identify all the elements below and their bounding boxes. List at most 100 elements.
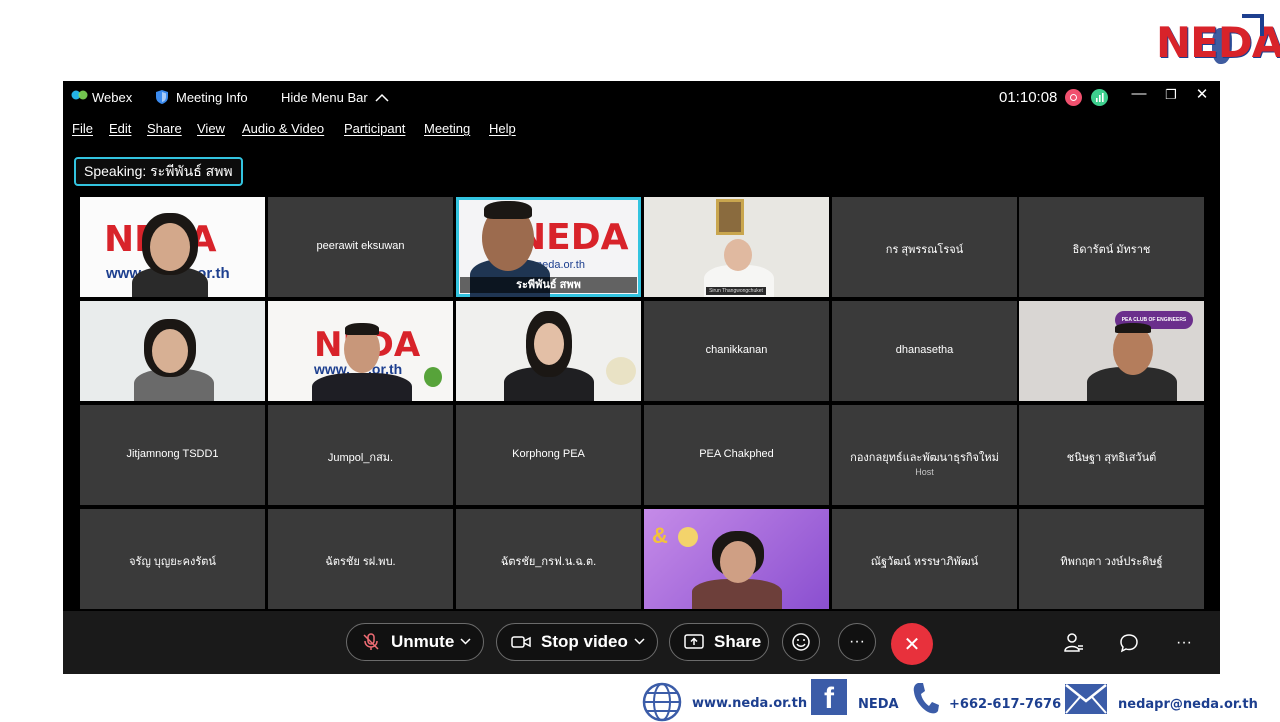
participant-head — [150, 223, 190, 271]
wall-portrait — [716, 199, 744, 235]
participant-name: PEA Chakphed — [699, 448, 774, 460]
logo-corner-mark — [1242, 14, 1264, 36]
video-camera-icon — [511, 632, 531, 652]
participant-tile[interactable]: ชนิษฐา สุทธิเสวันต์ — [1019, 405, 1204, 505]
chevron-down-icon[interactable] — [460, 636, 471, 648]
more-panels-button[interactable]: ··· — [1172, 631, 1196, 655]
participant-hair — [484, 201, 532, 219]
share-screen-icon — [684, 632, 704, 652]
reactions-button[interactable] — [782, 623, 820, 661]
meeting-info-button[interactable]: Meeting Info — [176, 90, 248, 105]
menu-share[interactable]: Share — [147, 121, 182, 136]
participant-tile[interactable]: ฉัตรชัย_กรฟ.น.ฉ.ต. — [456, 509, 641, 609]
participant-name: จรัญ บุญยะคงรัตน์ — [129, 556, 216, 568]
participant-name: ชนิษฐา สุทธิเสวันต์ — [1066, 452, 1157, 464]
title-bar: Webex Meeting Info Hide Menu Bar 01:10:0… — [63, 81, 1220, 113]
participant-body — [312, 373, 412, 401]
participant-tile[interactable]: จรัญ บุญยะคงรัตน์ — [80, 509, 265, 609]
share-button[interactable]: Share — [669, 623, 769, 661]
globe-icon — [642, 682, 682, 722]
unmute-label: Unmute — [391, 632, 455, 651]
participant-grid: NEDA www. .or.th peerawit eksuwan NEDA n… — [80, 197, 1204, 611]
chevron-down-icon[interactable] — [634, 636, 645, 648]
menu-participant[interactable]: Participant — [344, 121, 405, 136]
participant-name: ทิพกฤตา วงษ์ประดิษฐ์ — [1060, 556, 1163, 568]
participant-name: กองกลยุทธ์และพัฒนาธุรกิจใหม่ — [850, 452, 999, 464]
network-stats-icon[interactable] — [1091, 89, 1108, 106]
participant-tile[interactable]: NEDA www. .or.th — [80, 197, 265, 297]
participant-tile[interactable]: dhanasetha — [832, 301, 1017, 401]
participant-tile[interactable]: Sirun Thangwongchuket — [644, 197, 829, 297]
menu-help[interactable]: Help — [489, 121, 516, 136]
webex-window: Webex Meeting Info Hide Menu Bar 01:10:0… — [63, 81, 1220, 674]
participant-tile[interactable]: กร สุพรรณโรจน์ — [832, 197, 1017, 297]
participant-name: ธิดารัตน์ มัทราช — [1072, 244, 1151, 256]
participant-tile[interactable] — [80, 301, 265, 401]
signal-bars-icon — [1096, 93, 1104, 102]
email-icon — [1065, 684, 1107, 714]
backdrop-emblem — [678, 527, 698, 547]
participant-tile[interactable]: & — [644, 509, 829, 609]
more-options-button[interactable]: ··· — [838, 623, 876, 661]
email-text: nedapr@neda.or.th — [1118, 697, 1258, 712]
participant-tile-host[interactable]: กองกลยุทธ์และพัฒนาธุรกิจใหม่ Host — [832, 405, 1017, 505]
participant-tile[interactable] — [456, 301, 641, 401]
menu-audio-video[interactable]: Audio & Video — [242, 121, 324, 136]
minimize-button[interactable]: — — [1129, 85, 1149, 102]
desk-nameplate: Sirun Thangwongchuket — [706, 287, 766, 295]
speaker-name-caption: ระพีพันธ์ สพพ — [460, 277, 637, 293]
facebook-icon: f — [811, 679, 847, 715]
host-label: Host — [915, 467, 934, 477]
share-label: Share — [714, 632, 762, 651]
close-window-button[interactable]: ✕ — [1192, 85, 1212, 103]
unmute-button[interactable]: Unmute — [346, 623, 484, 661]
menu-file[interactable]: File — [72, 121, 93, 136]
participant-tile[interactable]: ธิดารัตน์ มัทราช — [1019, 197, 1204, 297]
participant-tile[interactable]: ฉัตรชัย รฝ.พบ. — [268, 509, 453, 609]
participants-icon[interactable] — [1062, 631, 1086, 655]
participant-tile[interactable]: Jitjamnong TSDD1 — [80, 405, 265, 505]
end-meeting-button[interactable]: ✕ — [891, 623, 933, 665]
facebook-text: NEDA — [858, 697, 899, 712]
participant-tile[interactable]: ณัฐวัฒน์ หรรษาภิพัฒน์ — [832, 509, 1017, 609]
participant-head — [720, 541, 756, 583]
hide-menu-bar-label: Hide Menu Bar — [281, 90, 368, 105]
menu-view[interactable]: View — [197, 121, 225, 136]
stop-video-label: Stop video — [541, 632, 628, 651]
hide-menu-bar-button[interactable]: Hide Menu Bar — [281, 90, 389, 105]
stop-video-button[interactable]: Stop video — [496, 623, 658, 661]
shield-icon — [156, 90, 168, 104]
menu-meeting[interactable]: Meeting — [424, 121, 470, 136]
participant-tile-active-speaker[interactable]: NEDA neda.or.th ระพีพันธ์ สพพ — [456, 197, 641, 297]
participant-tile[interactable]: Jumpol_กสม. — [268, 405, 453, 505]
meeting-controls-bar: Unmute Stop video Share ··· ✕ ··· — [63, 611, 1220, 674]
phone-icon — [913, 683, 939, 714]
speaking-indicator: Speaking: ระพีพันธ์ สพพ — [74, 157, 243, 186]
meeting-timer: 01:10:08 — [999, 89, 1058, 106]
mascot-bird — [424, 367, 442, 387]
participant-head — [724, 239, 752, 271]
participant-name: กร สุพรรณโรจน์ — [885, 244, 964, 256]
participant-tile[interactable]: chanikkanan — [644, 301, 829, 401]
participant-tile[interactable]: peerawit eksuwan — [268, 197, 453, 297]
restore-button[interactable]: ❐ — [1161, 87, 1181, 103]
participant-hair — [345, 323, 379, 335]
participant-tile[interactable]: ทิพกฤตา วงษ์ประดิษฐ์ — [1019, 509, 1204, 609]
participant-name: ฉัตรชัย_กรฟ.น.ฉ.ต. — [500, 556, 597, 568]
recording-icon[interactable] — [1065, 89, 1082, 106]
menu-bar: File Edit Share View Audio & Video Parti… — [63, 121, 1220, 141]
smiley-icon — [792, 633, 810, 651]
participant-head — [534, 323, 564, 365]
participant-tile[interactable]: PEA Chakphed — [644, 405, 829, 505]
neda-logo: NEDA — [1156, 14, 1280, 70]
participant-name: ฉัตรชัย รฝ.พบ. — [325, 556, 396, 568]
participant-tile[interactable]: Korphong PEA — [456, 405, 641, 505]
participant-tile[interactable]: NEDA www. .or.th — [268, 301, 453, 401]
participant-head — [152, 329, 188, 373]
participant-tile[interactable]: PEA CLUB OF ENGINEERS — [1019, 301, 1204, 401]
participant-body — [692, 579, 782, 609]
phone-text: +662-617-7676 — [949, 697, 1062, 712]
participant-name: ณัฐวัฒน์ หรรษาภิพัฒน์ — [870, 556, 979, 568]
chat-icon[interactable] — [1117, 631, 1141, 655]
menu-edit[interactable]: Edit — [109, 121, 131, 136]
